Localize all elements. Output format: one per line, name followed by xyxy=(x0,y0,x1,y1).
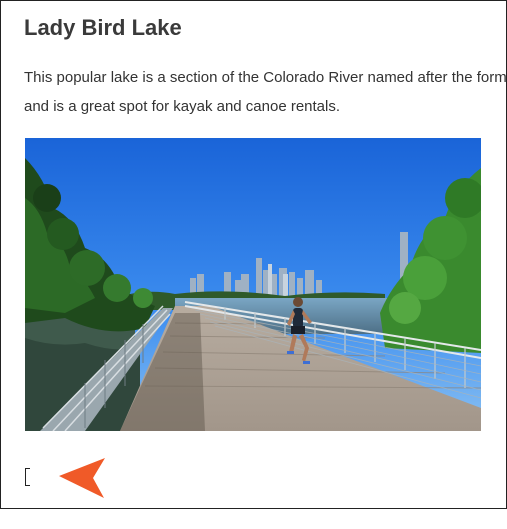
arrow-pointer-icon xyxy=(59,458,105,498)
content-frame: Lady Bird Lake This popular lake is a se… xyxy=(0,0,507,509)
text-caret-icon xyxy=(25,468,30,486)
article-description: This popular lake is a section of the Co… xyxy=(24,69,507,115)
lake-boardwalk-photo xyxy=(25,138,481,431)
page-title: Lady Bird Lake xyxy=(24,15,182,40)
